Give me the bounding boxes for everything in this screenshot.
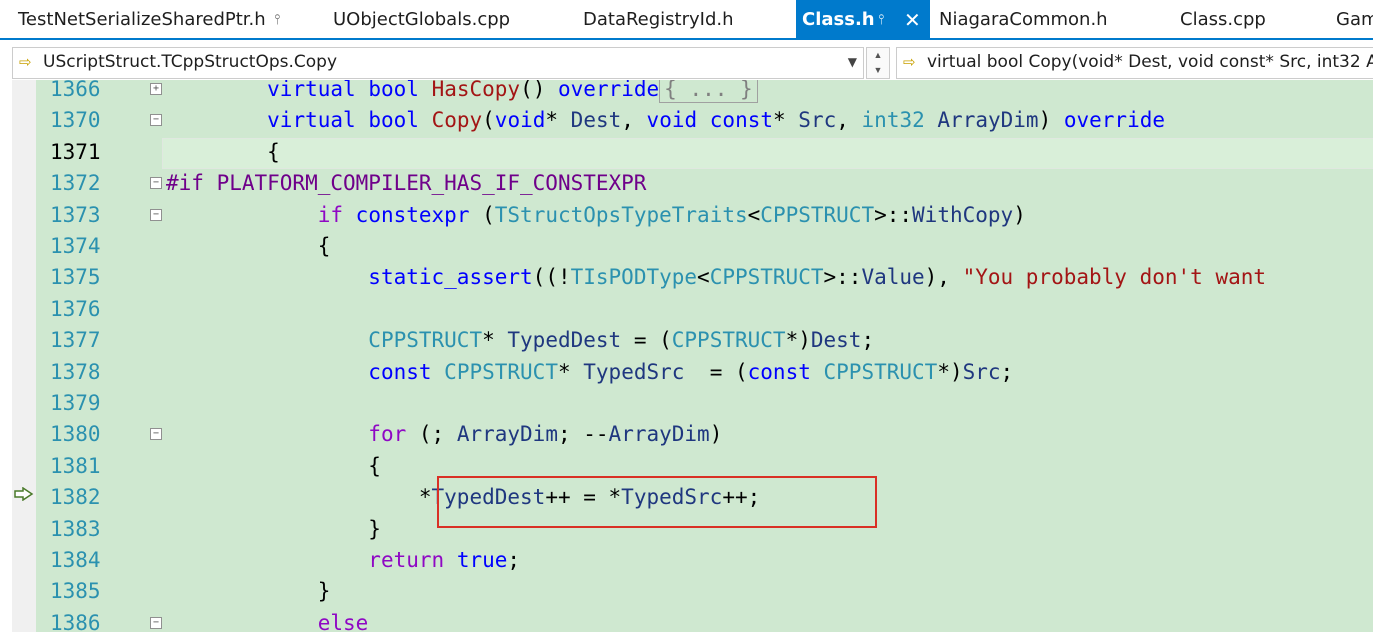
line-number: 1379 <box>50 391 101 415</box>
tab-underline <box>0 38 1373 40</box>
tab-bar: TestNetSerializeSharedPtr.h ⫯ UObjectGlo… <box>0 0 1373 40</box>
collapse-icon[interactable]: − <box>150 208 162 221</box>
code-text: if constexpr (TStructOpsTypeTraits<CPPST… <box>317 202 1026 227</box>
code-text: } <box>166 516 381 541</box>
tab-uobjectglobals[interactable]: UObjectGlobals.cpp <box>333 0 533 40</box>
code-text: virtual bool HasCopy() override{ ... } <box>166 80 758 105</box>
code-text: virtual bool Copy(void* Dest, void const… <box>267 108 1166 133</box>
tab-class-cpp[interactable]: Class.cpp <box>1180 0 1300 40</box>
line-number: 1383 <box>50 516 101 541</box>
tab-label: UObjectGlobals.cpp <box>333 9 511 30</box>
code-line[interactable]: 1379 <box>12 388 1373 419</box>
code-text: const CPPSTRUCT* TypedSrc = (const CPPST… <box>368 359 1014 384</box>
line-number: 1381 <box>50 453 101 478</box>
tab-label: Gam <box>1336 9 1373 30</box>
tab-label: Class.h <box>802 9 875 30</box>
tab-label: NiagaraCommon.h <box>939 9 1108 30</box>
line-number: 1378 <box>50 359 101 384</box>
code-text: { <box>166 139 280 164</box>
code-line[interactable]: 1386 − else <box>12 608 1373 632</box>
line-number: 1374 <box>50 234 101 258</box>
code-line[interactable]: 1373 − if constexpr (TStructOpsTypeTraits… <box>12 200 1373 231</box>
collapse-icon[interactable]: − <box>150 616 162 629</box>
tab-label: DataRegistryId.h <box>583 9 734 30</box>
code-line[interactable]: 1378 const CPPSTRUCT* TypedSrc = (const … <box>12 357 1373 388</box>
collapse-icon[interactable]: − <box>150 114 162 127</box>
collapsed-region[interactable]: { ... } <box>659 80 758 103</box>
line-number: 1382 <box>50 485 101 510</box>
line-number: 1380 <box>50 422 101 447</box>
line-number: 1385 <box>50 579 101 604</box>
code-text: for (; ArrayDim; --ArrayDim) <box>368 422 723 447</box>
code-line[interactable]: 1380 − for (; ArrayDim; --ArrayDim) <box>12 419 1373 450</box>
tab-class-h[interactable]: Class.h ⫯ ✕ <box>796 0 930 40</box>
tab-label: TestNetSerializeSharedPtr.h <box>18 9 266 30</box>
code-line[interactable]: 1374 { <box>12 231 1373 262</box>
code-line[interactable]: 1366 + virtual bool HasCopy() override{ .… <box>12 80 1373 105</box>
line-number: 1384 <box>50 548 101 572</box>
scope-dropdown[interactable]: ⇨ UScriptStruct.TCppStructOps.Copy ▼ <box>12 47 864 79</box>
code-text: static_assert((!TIsPODType<CPPSTRUCT>::V… <box>368 265 1267 290</box>
close-icon[interactable]: ✕ <box>904 0 921 40</box>
split-spinner[interactable]: ▲ ▼ <box>866 47 890 79</box>
tab-dataregistryid[interactable]: DataRegistryId.h <box>583 0 763 40</box>
chevron-down-icon: ▼ <box>847 55 857 69</box>
code-line[interactable]: 1371 { <box>12 137 1373 169</box>
code-line[interactable]: 1377 CPPSTRUCT* TypedDest = (CPPSTRUCT*)… <box>12 325 1373 356</box>
collapse-icon[interactable]: − <box>150 428 162 441</box>
member-value: virtual bool Copy(void* Dest, void const… <box>927 52 1373 72</box>
expand-icon[interactable]: + <box>150 83 162 95</box>
line-number: 1386 <box>50 610 101 632</box>
tab-testnetserializesharedptr[interactable]: TestNetSerializeSharedPtr.h ⫯ <box>18 0 293 40</box>
method-icon: ⇨ <box>19 53 32 71</box>
tab-niagaracommon[interactable]: NiagaraCommon.h <box>939 0 1139 40</box>
code-editor[interactable]: 1366 + virtual bool HasCopy() override{ .… <box>12 80 1373 632</box>
code-line[interactable]: 1372 − #if PLATFORM_COMPILER_HAS_IF_CONSTE… <box>12 168 1373 199</box>
chevron-up-icon[interactable]: ▲ <box>867 48 889 62</box>
line-number: 1366 <box>50 80 101 101</box>
code-line[interactable]: 1375 static_assert((!TIsPODType<CPPSTRUC… <box>12 262 1373 293</box>
scope-value: UScriptStruct.TCppStructOps.Copy <box>43 52 338 72</box>
code-text: #if PLATFORM_COMPILER_HAS_IF_CONSTEXPR <box>166 171 647 196</box>
tab-gam[interactable]: Gam <box>1336 0 1373 40</box>
code-text: } <box>166 579 331 604</box>
method-icon: ⇨ <box>903 53 916 71</box>
navigation-bar: ⇨ UScriptStruct.TCppStructOps.Copy ▼ ▲ ▼… <box>0 44 1373 80</box>
line-number: 1376 <box>50 296 101 321</box>
line-number: 1372 <box>50 171 101 196</box>
tab-label: Class.cpp <box>1180 9 1266 30</box>
pin-icon[interactable]: ⫯ <box>878 0 884 40</box>
line-number: 1377 <box>50 328 101 353</box>
code-text: return true; <box>368 548 521 572</box>
code-text: { <box>166 453 381 478</box>
line-number: 1371 <box>50 139 101 164</box>
pin-icon[interactable]: ⫯ <box>274 0 280 40</box>
chevron-down-icon[interactable]: ▼ <box>867 63 889 77</box>
code-line[interactable]: 1370 − virtual bool Copy(void* Dest, void… <box>12 105 1373 136</box>
line-number: 1373 <box>50 202 101 227</box>
code-text: else <box>317 610 369 632</box>
code-line[interactable]: 1376 <box>12 294 1373 325</box>
code-text: CPPSTRUCT* TypedDest = (CPPSTRUCT*)Dest; <box>368 328 875 353</box>
member-dropdown[interactable]: ⇨ virtual bool Copy(void* Dest, void con… <box>896 47 1373 79</box>
highlight-box <box>437 476 877 528</box>
code-line[interactable]: 1385 } <box>12 576 1373 607</box>
current-line-highlight <box>162 137 1373 169</box>
line-number: 1375 <box>50 265 101 290</box>
collapse-icon[interactable]: − <box>150 177 162 190</box>
line-number: 1370 <box>50 108 101 133</box>
code-line[interactable]: 1384 return true; <box>12 545 1373 576</box>
code-text: { <box>166 234 331 258</box>
